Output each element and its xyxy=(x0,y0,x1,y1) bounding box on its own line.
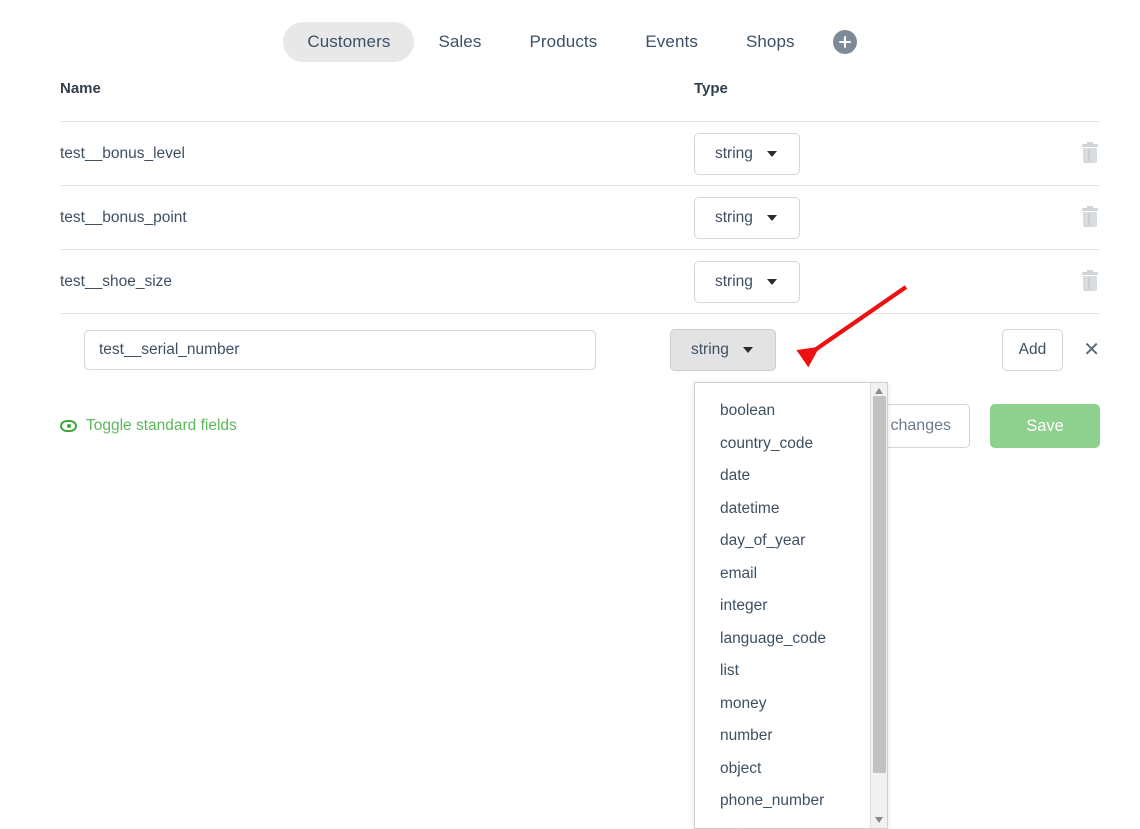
type-select-bonus-point[interactable]: string xyxy=(694,196,800,239)
footer-bar: Toggle standard fields Discard changes S… xyxy=(0,386,1140,448)
toggle-standard-fields-label: Toggle standard fields xyxy=(86,417,237,434)
type-option-day-of-year[interactable]: day_of_year xyxy=(695,525,867,558)
plus-circle-icon[interactable] xyxy=(832,30,857,54)
table-row: test__bonus_point string xyxy=(60,186,1100,250)
type-option-datetime[interactable]: datetime xyxy=(695,493,867,526)
trash-icon[interactable] xyxy=(1082,206,1098,227)
type-option-money[interactable]: money xyxy=(695,688,867,721)
field-name-bonus-level: test__bonus_level xyxy=(60,144,185,162)
type-option-country-code[interactable]: country_code xyxy=(695,428,867,461)
chevron-down-icon xyxy=(766,150,777,157)
new-field-actions: Add ✕ xyxy=(1001,329,1100,371)
row-actions xyxy=(1004,206,1100,227)
type-select-value: string xyxy=(691,341,729,358)
tab-bar: Customers Sales Products Events Shops xyxy=(0,0,1140,80)
new-field-type-select[interactable]: string xyxy=(670,329,776,371)
scrollbar-thumb[interactable] xyxy=(873,396,886,773)
field-type-cell: string xyxy=(694,196,1004,239)
type-select-value: string xyxy=(715,208,753,226)
field-type-cell: string xyxy=(694,132,1004,175)
new-field-type-cell: string xyxy=(670,329,776,371)
type-option-list[interactable]: list xyxy=(695,655,867,688)
row-actions xyxy=(1004,270,1100,291)
type-option-object[interactable]: object xyxy=(695,753,867,786)
save-button[interactable]: Save xyxy=(990,404,1100,448)
column-header-type: Type xyxy=(694,80,728,97)
type-option-phone-number[interactable]: phone_number xyxy=(695,785,867,818)
fields-table: Name Type test__bonus_level string test_… xyxy=(0,80,1140,314)
type-option-email[interactable]: email xyxy=(695,558,867,591)
table-row: test__shoe_size string xyxy=(60,250,1100,314)
tab-customers[interactable]: Customers xyxy=(283,22,415,62)
type-select-shoe-size[interactable]: string xyxy=(694,260,800,303)
chevron-down-icon xyxy=(742,347,753,353)
type-dropdown-menu[interactable]: boolean country_code date datetime day_of_ye… xyxy=(694,382,888,829)
field-name-bonus-point: test__bonus_point xyxy=(60,208,187,226)
new-field-row: string Add ✕ xyxy=(0,314,1140,386)
eye-icon xyxy=(60,420,77,432)
dropdown-scrollbar[interactable] xyxy=(870,383,887,828)
scroll-down-arrow-icon[interactable] xyxy=(871,811,887,828)
type-select-bonus-level[interactable]: string xyxy=(694,132,800,175)
row-actions xyxy=(1004,142,1100,163)
type-option-integer[interactable]: integer xyxy=(695,590,867,623)
tab-events[interactable]: Events xyxy=(621,22,722,62)
table-row: test__bonus_level string xyxy=(60,122,1100,186)
tab-sales[interactable]: Sales xyxy=(414,22,505,62)
trash-icon[interactable] xyxy=(1082,270,1098,291)
type-dropdown-options: boolean country_code date datetime day_of_ye… xyxy=(695,383,867,829)
field-type-cell: string xyxy=(694,260,1004,303)
type-option-number[interactable]: number xyxy=(695,720,867,753)
type-option-date[interactable]: date xyxy=(695,460,867,493)
tab-shops[interactable]: Shops xyxy=(722,22,819,62)
close-icon[interactable]: ✕ xyxy=(1083,340,1100,360)
type-select-value: string xyxy=(715,144,753,162)
table-header-row: Name Type xyxy=(60,80,1100,122)
toggle-standard-fields-link[interactable]: Toggle standard fields xyxy=(60,417,237,435)
type-option-boolean[interactable]: boolean xyxy=(695,395,867,428)
trash-icon[interactable] xyxy=(1082,142,1098,163)
type-option-set[interactable]: set xyxy=(695,818,867,829)
new-field-name-input[interactable] xyxy=(84,330,596,370)
chevron-down-icon xyxy=(766,214,777,221)
column-header-name: Name xyxy=(60,80,101,97)
tab-products[interactable]: Products xyxy=(505,22,621,62)
type-select-value: string xyxy=(715,272,753,290)
chevron-down-icon xyxy=(766,278,777,285)
type-option-language-code[interactable]: language_code xyxy=(695,623,867,656)
add-button[interactable]: Add xyxy=(1001,329,1064,371)
field-name-shoe-size: test__shoe_size xyxy=(60,272,173,290)
